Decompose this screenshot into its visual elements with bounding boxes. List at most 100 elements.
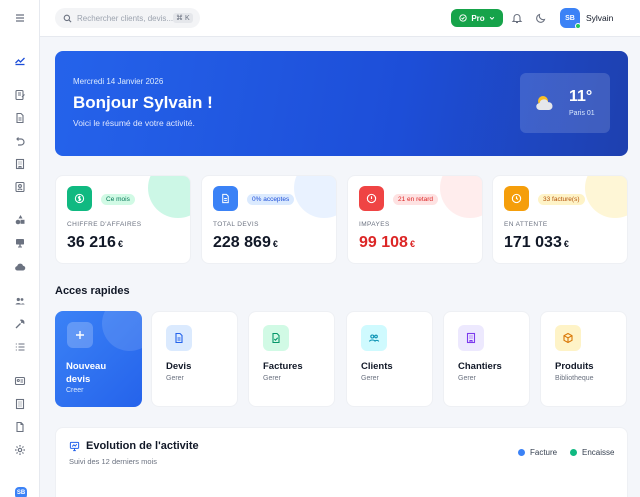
menu-icon[interactable] xyxy=(12,10,28,26)
stat-badge: Ce mois xyxy=(101,194,135,205)
card-glow xyxy=(102,311,142,351)
quick-access-sub: Bibliotheque xyxy=(555,375,594,382)
greeting-subtitle: Voici le résumé de votre activité. xyxy=(73,118,195,128)
settings-icon[interactable] xyxy=(12,442,28,458)
legend-swatch xyxy=(518,449,525,456)
stat-badge: 33 facture(s) xyxy=(538,194,585,205)
stat-card-unpaid[interactable]: 21 en retard IMPAYES 99 108 € xyxy=(347,175,483,264)
stat-card-revenue[interactable]: Ce mois CHIFFRE D'AFFAIRES 36 216 € xyxy=(55,175,191,264)
moon-icon[interactable] xyxy=(535,12,547,24)
weather-city: Paris 01 xyxy=(569,110,595,117)
card-glow xyxy=(148,176,190,218)
undo-icon[interactable] xyxy=(12,133,28,149)
monitor-icon[interactable] xyxy=(12,235,28,251)
quick-access-products[interactable]: Produits Bibliotheque xyxy=(540,311,627,407)
quick-access-sub: Gerer xyxy=(263,375,281,382)
list-icon[interactable] xyxy=(12,339,28,355)
stat-label: IMPAYES xyxy=(359,221,390,228)
stat-badge: 0% acceptes xyxy=(247,194,295,205)
shapes-icon[interactable] xyxy=(12,212,28,228)
topbar: ⌘ K Pro SB Sylvain xyxy=(40,0,640,37)
stat-label: EN ATTENTE xyxy=(504,221,548,228)
activity-subtitle: Suivi des 12 derniers mois xyxy=(69,457,157,466)
search-icon xyxy=(63,14,72,22)
plus-icon xyxy=(67,322,93,348)
stat-card-pending[interactable]: 33 facture(s) EN ATTENTE 171 033 € xyxy=(492,175,628,264)
bell-icon[interactable] xyxy=(511,12,523,24)
quick-access-title: Acces rapides xyxy=(55,285,130,297)
user-menu[interactable]: SB Sylvain xyxy=(560,8,614,29)
card-glow xyxy=(440,176,482,218)
users-icon[interactable] xyxy=(12,293,28,309)
quick-access-label: Factures xyxy=(263,361,303,372)
stat-label: CHIFFRE D'AFFAIRES xyxy=(67,221,142,228)
presentation-chart-icon xyxy=(69,441,80,452)
user-name: Sylvain xyxy=(586,13,614,23)
weather-temperature: 11° xyxy=(569,88,593,105)
quick-access-clients[interactable]: Clients Gerer xyxy=(346,311,433,407)
check-circle-icon xyxy=(459,14,468,22)
quick-access-label: Devis xyxy=(166,361,192,372)
file-icon[interactable] xyxy=(12,419,28,435)
stat-value: 99 108 € xyxy=(359,234,415,251)
quick-access-sub: Creer xyxy=(66,387,84,394)
greeting-title: Bonjour Sylvain ! xyxy=(73,93,213,112)
avatar-initials: SB xyxy=(565,14,575,22)
document-icon[interactable] xyxy=(12,110,28,126)
online-status-dot xyxy=(575,23,581,29)
weather-widget: 11° Paris 01 xyxy=(520,73,610,133)
partly-cloudy-icon xyxy=(536,96,553,111)
quick-access-sub: Gerer xyxy=(361,375,379,382)
search-box[interactable]: ⌘ K xyxy=(55,8,200,28)
current-date: Mercredi 14 Janvier 2026 xyxy=(73,77,164,86)
pro-plan-label: Pro xyxy=(471,13,485,23)
pro-plan-button[interactable]: Pro xyxy=(451,9,503,27)
quick-access-invoices[interactable]: Factures Gerer xyxy=(248,311,335,407)
quick-access-label: Clients xyxy=(361,361,393,372)
dollar-icon xyxy=(67,186,92,211)
clock-icon xyxy=(504,186,529,211)
sidebar-avatar[interactable]: SB xyxy=(15,487,27,497)
stat-value: 228 869 € xyxy=(213,234,278,251)
stat-value: 36 216 € xyxy=(67,234,123,251)
quick-access-label: Chantiers xyxy=(458,361,502,372)
quick-access-sites[interactable]: Chantiers Gerer xyxy=(443,311,530,407)
legend-item-collected[interactable]: Encaisse xyxy=(570,448,614,457)
users-icon xyxy=(361,325,387,351)
building-icon xyxy=(458,325,484,351)
card-glow xyxy=(294,176,336,218)
building-icon[interactable] xyxy=(12,156,28,172)
invoice-icon xyxy=(263,325,289,351)
quote-edit-icon[interactable] xyxy=(12,87,28,103)
cloud-icon[interactable] xyxy=(12,259,28,275)
stat-badge: 21 en retard xyxy=(393,194,439,205)
box-icon xyxy=(555,325,581,351)
chevron-down-icon xyxy=(489,16,494,20)
alert-icon xyxy=(359,186,384,211)
new-quote-button[interactable]: Nouveau devis Creer xyxy=(55,311,142,407)
id-card-icon[interactable] xyxy=(12,373,28,389)
stat-label: TOTAL DEVIS xyxy=(213,221,259,228)
quick-access-label: Produits xyxy=(555,361,594,372)
legend-label: Facture xyxy=(530,448,558,457)
quick-access-quotes[interactable]: Devis Gerer xyxy=(151,311,238,407)
card-glow xyxy=(585,176,627,218)
building-2-icon[interactable] xyxy=(12,396,28,412)
welcome-banner: Mercredi 14 Janvier 2026 Bonjour Sylvain… xyxy=(55,51,628,156)
stat-card-quotes[interactable]: 0% acceptes TOTAL DEVIS 228 869 € xyxy=(201,175,337,264)
quick-access-sub: Gerer xyxy=(458,375,476,382)
document-icon xyxy=(213,186,238,211)
contact-card-icon[interactable] xyxy=(12,179,28,195)
sidebar: SB xyxy=(0,0,40,497)
quick-access-sub: Gerer xyxy=(166,375,184,382)
chart-icon[interactable] xyxy=(12,52,28,68)
search-input[interactable] xyxy=(77,13,173,23)
wrench-icon[interactable] xyxy=(12,316,28,332)
quick-access-label: Nouveau devis xyxy=(66,361,107,385)
legend-label: Encaisse xyxy=(582,448,615,457)
legend-item-invoiced[interactable]: Facture xyxy=(518,448,557,457)
search-shortcut: ⌘ K xyxy=(173,13,193,23)
legend-swatch xyxy=(570,449,577,456)
activity-title: Evolution de l'activite xyxy=(86,440,199,452)
avatar[interactable]: SB xyxy=(560,8,581,29)
